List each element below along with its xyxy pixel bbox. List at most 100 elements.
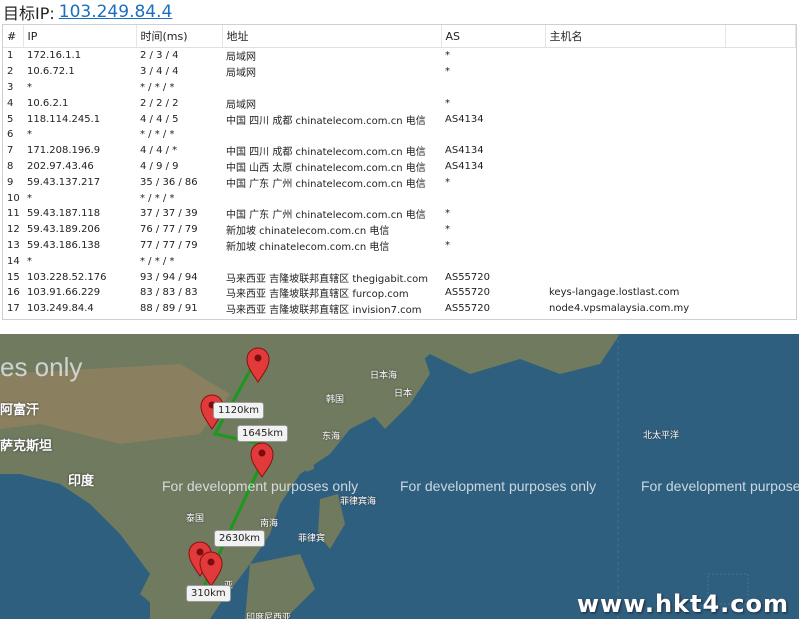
table-row[interactable]: 5 118.114.245.1 4 / 4 / 5 中国 四川 成都 chinatel…	[3, 111, 796, 127]
row-filler	[725, 253, 796, 269]
hop-time: 2 / 3 / 4	[140, 50, 179, 62]
hop-hostname	[545, 206, 725, 222]
table-row[interactable]: 3 * * / * / *	[3, 80, 796, 96]
hop-as: AS55720	[445, 271, 490, 283]
target-ip-bar: 目标IP: 103.249.84.4	[0, 0, 799, 24]
column-header-ip[interactable]: IP	[23, 25, 137, 48]
column-header-time[interactable]: 时间(ms)	[136, 25, 223, 48]
hop-as: *	[445, 50, 450, 62]
hop-number: 17	[7, 303, 20, 315]
hop-address: 中国 广东 广州 chinatelecom.com.cn 电信	[226, 178, 426, 190]
table-row[interactable]: 10 * * / * / *	[3, 190, 796, 206]
row-filler	[725, 64, 796, 80]
hop-hostname	[545, 190, 725, 206]
map-canvas	[0, 334, 749, 619]
watermark-2: For development purposes only	[400, 478, 597, 494]
hop-hostname: keys-langage.lostlast.com	[549, 287, 680, 299]
table-row[interactable]: 15 103.228.52.176 93 / 94 / 94 马来西亚 吉隆坡联邦直辖…	[3, 269, 796, 285]
row-filler	[725, 127, 796, 143]
hop-number: 12	[7, 224, 20, 236]
hop-ip: 59.43.187.118	[27, 208, 101, 220]
hop-time: 3 / 4 / 4	[140, 66, 179, 78]
hop-as: *	[445, 208, 450, 220]
table-row[interactable]: 16 103.91.66.229 83 / 83 / 83 马来西亚 吉隆坡联邦直辖区…	[3, 285, 796, 301]
hop-time: 4 / 9 / 9	[140, 160, 179, 172]
hop-number: 4	[7, 97, 14, 109]
hop-time: 93 / 94 / 94	[140, 271, 198, 283]
table-row[interactable]: 14 * * / * / *	[3, 253, 796, 269]
hop-number: 15	[7, 271, 20, 283]
table-row[interactable]: 13 59.43.186.138 77 / 77 / 79 新加坡 chinatele…	[3, 238, 796, 254]
hop-hostname	[545, 253, 725, 269]
target-ip-link[interactable]: 103.249.84.4	[59, 2, 173, 22]
hop-as: *	[445, 97, 450, 109]
hop-number: 16	[7, 287, 20, 299]
row-filler	[725, 190, 796, 206]
hop-as: *	[445, 239, 450, 251]
hop-number: 10	[7, 192, 20, 204]
hop-hostname	[545, 238, 725, 254]
map-label-hetian: 阿富汗	[0, 403, 40, 418]
hop-address: 中国 四川 成都 chinatelecom.com.cn 电信	[226, 147, 426, 159]
hop-time: 76 / 77 / 79	[140, 224, 198, 236]
row-filler	[725, 111, 796, 127]
hop-ip: 103.91.66.229	[27, 287, 101, 299]
column-header-as[interactable]: AS	[441, 25, 546, 48]
route-map[interactable]: es only For development purposes only Fo…	[0, 334, 799, 619]
table-row[interactable]: 4 10.6.2.1 2 / 2 / 2 局域网 *	[3, 95, 796, 111]
distance-label-3: 2630km	[214, 530, 265, 547]
table-row[interactable]: 1 172.16.1.1 2 / 3 / 4 局域网 *	[3, 48, 796, 64]
column-header-num[interactable]: #	[3, 25, 24, 48]
row-filler	[725, 301, 796, 317]
hop-ip: *	[27, 129, 32, 141]
table-row[interactable]: 12 59.43.189.206 76 / 77 / 79 新加坡 chinatele…	[3, 222, 796, 238]
hop-hostname	[545, 269, 725, 285]
table-row[interactable]: 2 10.6.72.1 3 / 4 / 4 局域网 *	[3, 64, 796, 80]
hop-address: 新加坡 chinatelecom.com.cn 电信	[226, 241, 390, 253]
hop-time: 4 / 4 / 5	[140, 113, 179, 125]
hop-number: 11	[7, 208, 20, 220]
hop-time: 35 / 36 / 86	[140, 176, 198, 188]
hop-hostname	[545, 174, 725, 190]
map-label-japan: 日本	[394, 389, 413, 399]
hop-ip: *	[27, 255, 32, 267]
hop-hostname	[545, 95, 725, 111]
table-row[interactable]: 9 59.43.137.217 35 / 36 / 86 中国 广东 广州 china…	[3, 174, 796, 190]
distance-label-1: 1120km	[213, 402, 264, 419]
hop-address: 中国 山西 太原 chinatelecom.com.cn 电信	[226, 162, 426, 174]
hop-hostname	[545, 64, 725, 80]
hop-hostname	[545, 111, 725, 127]
distance-label-4: 310km	[186, 585, 231, 602]
watermark-3: For development purpose	[641, 478, 799, 494]
hop-ip: 59.43.186.138	[27, 239, 101, 251]
hop-hostname	[545, 48, 725, 64]
hop-time: 88 / 89 / 91	[140, 303, 198, 315]
map-label-india: 印度	[68, 474, 95, 489]
hop-time: * / * / *	[140, 192, 175, 204]
hop-number: 13	[7, 239, 20, 251]
table-row[interactable]: 11 59.43.187.118 37 / 37 / 39 中国 广东 广州 chin…	[3, 206, 796, 222]
table-row[interactable]: 6 * * / * / *	[3, 127, 796, 143]
hop-ip: 59.43.189.206	[27, 224, 101, 236]
hop-number: 8	[7, 160, 14, 172]
map-label-philippines: 菲律宾	[298, 534, 326, 544]
table-header-row: # IP 时间(ms) 地址 AS 主机名	[3, 25, 796, 48]
hop-address	[222, 190, 441, 206]
table-row[interactable]: 8 202.97.43.46 4 / 9 / 9 中国 山西 太原 chinatele…	[3, 159, 796, 175]
column-header-address[interactable]: 地址	[222, 25, 442, 48]
map-label-japan-sea: 日本海	[370, 371, 398, 381]
hop-hostname	[545, 143, 725, 159]
hop-address: 中国 广东 广州 chinatelecom.com.cn 电信	[226, 210, 426, 222]
table-row[interactable]: 7 171.208.196.9 4 / 4 / * 中国 四川 成都 chinatel…	[3, 143, 796, 159]
hop-as: *	[445, 224, 450, 236]
hop-time: * / * / *	[140, 255, 175, 267]
table-row[interactable]: 17 103.249.84.4 88 / 89 / 91 马来西亚 吉隆坡联邦直辖区 …	[3, 301, 796, 317]
hop-address: 马来西亚 吉隆坡联邦直辖区 invision7.com	[226, 305, 422, 317]
hop-hostname	[545, 80, 725, 96]
hop-ip: 171.208.196.9	[27, 145, 101, 157]
hop-hostname	[545, 159, 725, 175]
hop-address	[222, 127, 441, 143]
row-filler	[725, 159, 796, 175]
hop-number: 14	[7, 255, 20, 267]
column-header-hostname[interactable]: 主机名	[545, 25, 726, 48]
